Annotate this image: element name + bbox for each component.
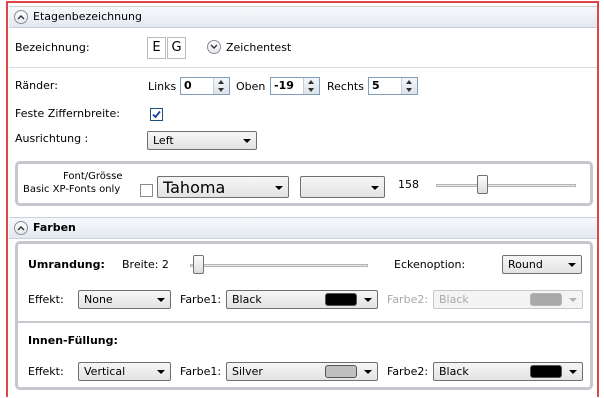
ausrichtung-select[interactable]: Left <box>147 131 257 150</box>
font-label-line1: Font/Grösse <box>63 171 123 182</box>
innen-farbe1-label: Farbe1: <box>180 365 222 378</box>
oben-value: -19 <box>274 79 294 92</box>
umrandung-effekt-value: None <box>84 293 113 306</box>
font-value: Tahoma <box>163 178 226 197</box>
color-swatch <box>530 293 562 306</box>
links-value: 0 <box>184 79 192 92</box>
umrandung-farbe1-value: Black <box>232 293 262 306</box>
innen-farbe2-value: Black <box>439 365 469 378</box>
innen-farbe1-select[interactable]: Silver <box>226 362 378 381</box>
rechts-label: Rechts <box>327 80 364 93</box>
umrandung-farbe2-value: Black <box>439 293 469 306</box>
chevron-down-icon <box>371 186 379 190</box>
zeichentest-expand-icon[interactable] <box>207 40 221 54</box>
section-title: Farben <box>33 221 76 234</box>
color-swatch <box>325 365 357 378</box>
section-header-farben[interactable]: Farben <box>9 217 597 239</box>
links-label: Links <box>148 80 177 93</box>
oben-spinner[interactable]: -19 <box>270 77 320 95</box>
eckenoption-select[interactable]: Round <box>502 255 582 274</box>
font-label-line2: Basic XP-Fonts only <box>23 184 121 195</box>
ausrichtung-label: Ausrichtung : <box>15 132 89 145</box>
innen-fuellung-label: Innen-Füllung: <box>28 334 118 347</box>
rechts-value: 5 <box>372 79 380 92</box>
color-swatch <box>325 293 357 306</box>
font-size-select[interactable] <box>300 176 385 198</box>
innen-farbe2-select[interactable]: Black <box>433 362 583 381</box>
font-size-number: 158 <box>398 178 419 191</box>
chevron-down-icon <box>157 370 165 374</box>
raender-label: Ränder: <box>15 79 58 92</box>
color-swatch <box>530 365 562 378</box>
innen-farbe2-label: Farbe2: <box>387 365 429 378</box>
chevron-down-icon <box>568 263 576 267</box>
chevron-down-icon <box>243 139 251 143</box>
font-size-slider-track[interactable] <box>436 184 576 187</box>
rechts-spin-buttons[interactable] <box>401 78 417 94</box>
eckenoption-value: Round <box>508 258 543 271</box>
feste-ziffernbreite-label: Feste Ziffernbreite: <box>15 107 120 120</box>
links-spinner[interactable]: 0 <box>180 77 230 95</box>
innen-effekt-label: Effekt: <box>28 365 64 378</box>
divider <box>9 67 597 68</box>
eckenoption-label: Eckenoption: <box>394 258 466 271</box>
farben-group: Umrandung: Breite: 2 Eckenoption: Round … <box>15 241 593 390</box>
zeichentest-label[interactable]: Zeichentest <box>226 41 291 55</box>
rechts-spinner[interactable]: 5 <box>368 77 418 95</box>
breite-slider-thumb[interactable] <box>193 255 204 274</box>
innen-farbe1-value: Silver <box>232 365 263 378</box>
chevron-down-icon <box>157 298 165 302</box>
chevron-down-icon <box>364 298 372 302</box>
font-size-slider-thumb[interactable] <box>477 175 488 194</box>
umrandung-effekt-select[interactable]: None <box>78 290 171 309</box>
font-group: Font/Grösse Basic XP-Fonts only Tahoma 1… <box>15 161 593 206</box>
umrandung-farbe1-label: Farbe1: <box>180 293 222 306</box>
chevron-down-icon <box>569 370 577 374</box>
section-header-etagenbezeichnung[interactable]: Etagenbezeichnung <box>9 6 597 28</box>
chevron-down-icon <box>569 298 577 302</box>
umrandung-farbe1-select[interactable]: Black <box>226 290 378 309</box>
chevron-down-icon <box>364 370 372 374</box>
links-spin-buttons[interactable] <box>213 78 229 94</box>
oben-label: Oben <box>236 80 266 93</box>
chevron-down-icon <box>275 186 283 190</box>
breite-slider-track[interactable] <box>190 264 368 267</box>
bezeichnung-label: Bezeichnung: <box>15 41 90 54</box>
ausrichtung-value: Left <box>153 134 174 147</box>
umrandung-farbe2-select[interactable]: Black <box>433 290 583 309</box>
group-divider <box>18 321 590 323</box>
collapse-icon[interactable] <box>14 10 28 24</box>
font-select[interactable]: Tahoma <box>157 176 289 198</box>
umrandung-farbe2-label: Farbe2: <box>387 293 429 306</box>
letter-input-1[interactable]: E <box>147 37 166 59</box>
umrandung-effekt-label: Effekt: <box>28 293 64 306</box>
section-title: Etagenbezeichnung <box>33 10 142 23</box>
letter-input-2[interactable]: G <box>167 37 186 59</box>
innen-effekt-value: Vertical <box>84 365 126 378</box>
collapse-icon[interactable] <box>14 221 28 235</box>
breite-label: Breite: 2 <box>122 258 169 271</box>
oben-spin-buttons[interactable] <box>303 78 319 94</box>
innen-effekt-select[interactable]: Vertical <box>78 362 171 381</box>
feste-ziffernbreite-checkbox[interactable] <box>150 108 163 121</box>
basic-xp-fonts-checkbox[interactable] <box>140 184 153 197</box>
umrandung-label: Umrandung: <box>28 258 105 271</box>
